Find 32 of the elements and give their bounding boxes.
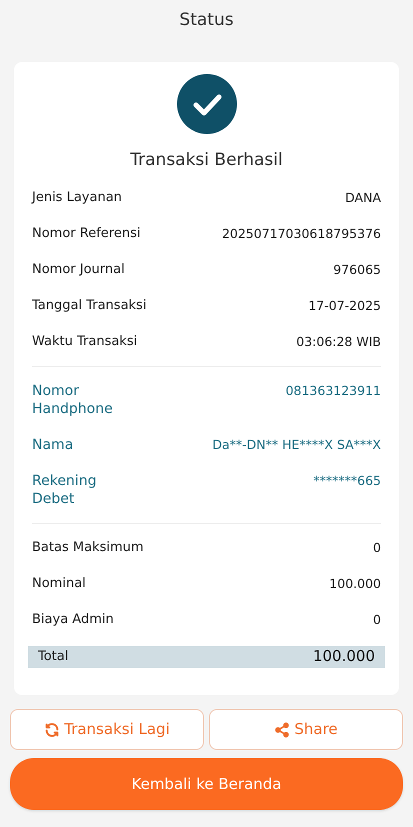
detail-label: Nominal [32, 574, 86, 592]
total-value: 100.000 [312, 646, 375, 668]
detail-label: Rekening Debet [32, 472, 98, 508]
refresh-icon [44, 722, 60, 738]
detail-value: *******665 [313, 472, 381, 490]
action-button[interactable]: Transaksi Lagi [10, 709, 204, 750]
result-title: Transaksi Berhasil [130, 149, 283, 172]
page-title: Status [179, 9, 234, 32]
check-icon [176, 74, 236, 134]
back-home-button[interactable]: Kembali ke Beranda [10, 758, 403, 810]
total-label: Total [38, 648, 68, 666]
detail-value: 20250717030618795376 [222, 224, 381, 242]
detail-label: Tanggal Transaksi [32, 296, 146, 314]
detail-value: DANA [345, 188, 381, 206]
detail-label: Biaya Admin [32, 610, 114, 628]
detail-value: 0 [373, 538, 381, 556]
detail-label: Nama [32, 436, 74, 454]
detail-value: 0 [373, 610, 381, 628]
share-icon [274, 722, 290, 738]
action-button[interactable]: Share [209, 709, 403, 750]
detail-value: Da**-DN** HE****X SA***X [212, 436, 381, 454]
detail-label: Nomor Referensi [32, 224, 140, 242]
detail-value: 081363123911 [286, 382, 381, 400]
detail-value: 976065 [333, 260, 381, 278]
detail-label: Batas Maksimum [32, 538, 144, 556]
detail-value: 100.000 [329, 574, 381, 592]
detail-label: Waktu Transaksi [32, 332, 138, 350]
detail-value: 03:06:28 WIB [296, 332, 381, 350]
detail-label: Jenis Layanan [32, 188, 122, 206]
detail-value: 17-07-2025 [308, 296, 381, 314]
detail-label: Nomor Handphone [32, 382, 114, 418]
detail-label: Nomor Journal [32, 260, 125, 278]
